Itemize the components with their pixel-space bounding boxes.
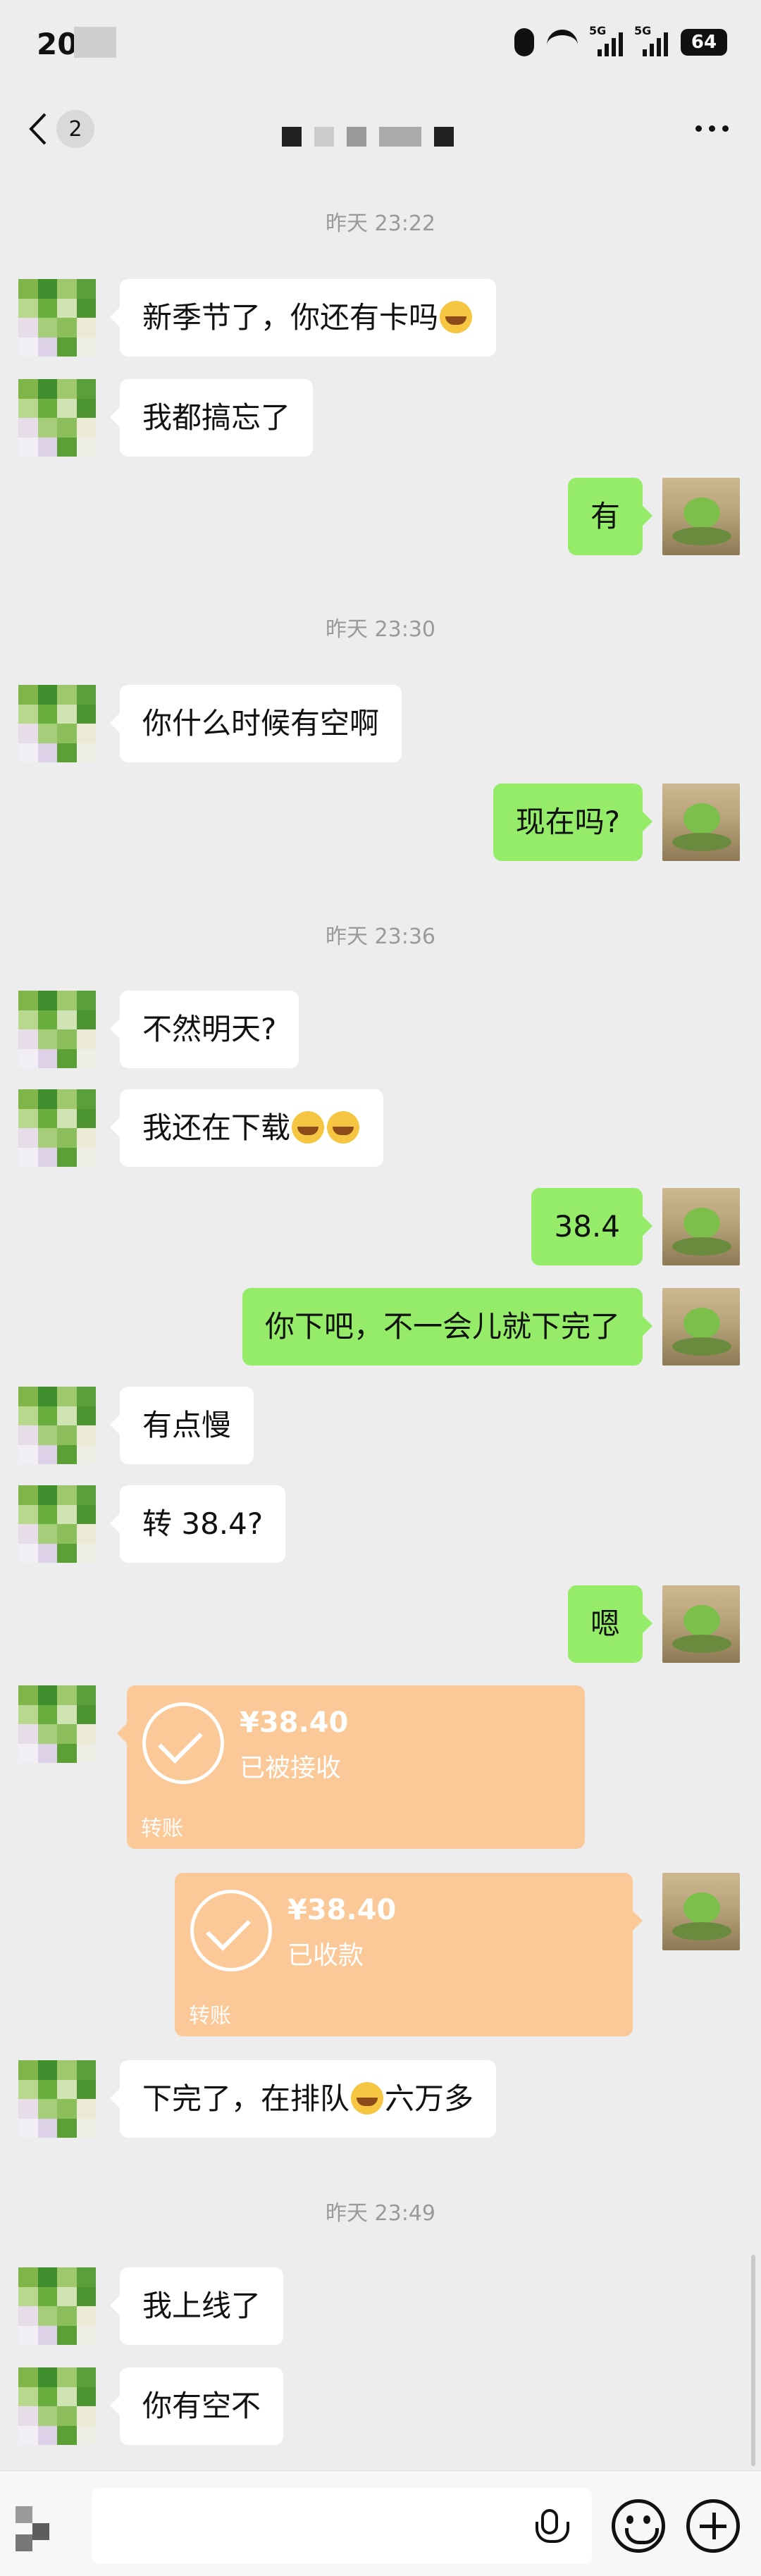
message-text: 有 (590, 499, 620, 533)
message-text: 新季节了，你还有卡吗 (142, 300, 439, 335)
message-bubble-incoming[interactable]: 我上线了 (109, 2267, 284, 2345)
timestamp: 昨天 23:30 (326, 617, 435, 642)
message-bubble-incoming[interactable]: 我还在下载 (109, 1089, 384, 1167)
status-time-blur (74, 27, 116, 58)
avatar-contact[interactable] (18, 2060, 96, 2138)
emoji-icon[interactable] (612, 2499, 665, 2553)
message-bubble-incoming[interactable]: 你什么时候有空啊 (109, 685, 402, 762)
avatar-contact[interactable] (18, 379, 96, 457)
message-bubble-outgoing[interactable]: 嗯 (567, 1585, 653, 1663)
avatar-contact[interactable] (18, 1485, 96, 1563)
transfer-status: 已被接收 (240, 1754, 342, 1783)
signal-icon-2: 5G (634, 24, 668, 56)
check-icon (190, 1890, 272, 1971)
transfer-card-outgoing[interactable]: ¥38.40 已收款 转账 (175, 1873, 643, 2036)
message-bubble-outgoing[interactable]: 38.4 (531, 1188, 652, 1265)
transfer-amount: ¥38.40 (287, 1894, 397, 1926)
chat-header: 2 (0, 92, 761, 176)
status-bar: 20 5G 5G 64 (0, 0, 761, 92)
avatar-contact[interactable] (18, 2267, 96, 2345)
message-text: 转 38.4? (142, 1506, 264, 1541)
signal-label: 5G (589, 24, 607, 37)
laugh-cry-emoji-icon (351, 2081, 384, 2114)
keyboard-toggle-button[interactable] (16, 2506, 58, 2551)
status-icons: 5G 5G 64 (514, 24, 727, 56)
back-chevron-icon (29, 113, 47, 145)
unread-count-badge: 2 (56, 110, 94, 148)
message-text: 我都搞忘了 (142, 400, 291, 435)
message-text: 你有空不 (142, 2389, 261, 2423)
message-bubble-outgoing[interactable]: 你下吧，不一会儿就下完了 (242, 1288, 653, 1366)
plus-icon[interactable] (686, 2499, 740, 2553)
message-text: 你下吧，不一会儿就下完了 (264, 1309, 620, 1344)
avatar-contact[interactable] (18, 685, 96, 762)
scrollbar[interactable] (751, 2255, 755, 2466)
chat-title-blurred (282, 127, 454, 147)
alarm-icon (514, 28, 534, 56)
avatar-contact[interactable] (18, 1387, 96, 1464)
back-button[interactable]: 2 (28, 110, 94, 148)
battery-icon: 64 (681, 29, 727, 56)
avatar-self[interactable] (662, 1585, 740, 1663)
avatar-self[interactable] (662, 478, 740, 555)
message-bubble-outgoing[interactable]: 现在吗? (493, 784, 653, 861)
timestamp: 昨天 23:36 (326, 924, 435, 949)
laugh-cry-emoji-icon (292, 1110, 325, 1144)
more-button[interactable] (695, 125, 729, 132)
message-input[interactable] (92, 2488, 592, 2564)
message-bubble-incoming[interactable]: 你有空不 (109, 2367, 284, 2445)
transfer-card-incoming[interactable]: ¥38.40 已被接收 转账 (117, 1685, 585, 1849)
voice-icon[interactable] (536, 2509, 569, 2543)
message-bubble-incoming[interactable]: 我都搞忘了 (109, 379, 314, 457)
message-bubble-outgoing[interactable]: 有 (567, 478, 653, 555)
timestamp: 昨天 23:22 (326, 211, 435, 236)
avatar-contact[interactable] (18, 279, 96, 357)
message-text: 我还在下载 (142, 1110, 291, 1145)
message-text: 我上线了 (142, 2289, 261, 2323)
avatar-contact[interactable] (18, 2367, 96, 2445)
transfer-label: 转账 (189, 2004, 231, 2029)
avatar-self[interactable] (662, 1188, 740, 1265)
wifi-icon (547, 30, 578, 55)
timestamp: 昨天 23:49 (326, 2201, 435, 2226)
message-text: 有点慢 (142, 1408, 232, 1442)
transfer-status: 已收款 (287, 1941, 364, 1970)
input-bar (0, 2470, 761, 2576)
message-bubble-incoming[interactable]: 有点慢 (109, 1387, 254, 1464)
avatar-self[interactable] (662, 784, 740, 861)
signal-label-2: 5G (634, 24, 652, 37)
laugh-cry-emoji-icon (327, 1110, 360, 1144)
message-text: 下完了，在排队 (142, 2081, 350, 2116)
avatar-self[interactable] (662, 1873, 740, 1950)
status-time: 20 (37, 27, 78, 61)
message-text: 你什么时候有空啊 (142, 706, 380, 741)
message-bubble-incoming[interactable]: 下完了，在排队 六万多 (109, 2060, 497, 2138)
more-dots-icon (695, 125, 702, 132)
avatar-self[interactable] (662, 1288, 740, 1366)
message-bubble-incoming[interactable]: 不然明天? (109, 991, 299, 1068)
laugh-cry-emoji-icon (440, 300, 473, 333)
avatar-contact[interactable] (18, 1089, 96, 1167)
message-text-continued: 六万多 (385, 2081, 474, 2116)
signal-icon: 5G (589, 24, 623, 56)
message-text: 38.4 (554, 1209, 620, 1244)
transfer-label: 转账 (141, 1816, 183, 1841)
message-bubble-incoming[interactable]: 转 38.4? (109, 1485, 286, 1563)
avatar-contact[interactable] (18, 1685, 96, 1763)
message-text: 嗯 (590, 1606, 620, 1641)
check-icon (142, 1702, 224, 1784)
message-text: 不然明天? (142, 1012, 277, 1046)
transfer-amount: ¥38.40 (240, 1707, 349, 1739)
avatar-contact[interactable] (18, 991, 96, 1068)
message-text: 现在吗? (515, 805, 620, 839)
message-bubble-incoming[interactable]: 新季节了，你还有卡吗 (109, 279, 497, 357)
